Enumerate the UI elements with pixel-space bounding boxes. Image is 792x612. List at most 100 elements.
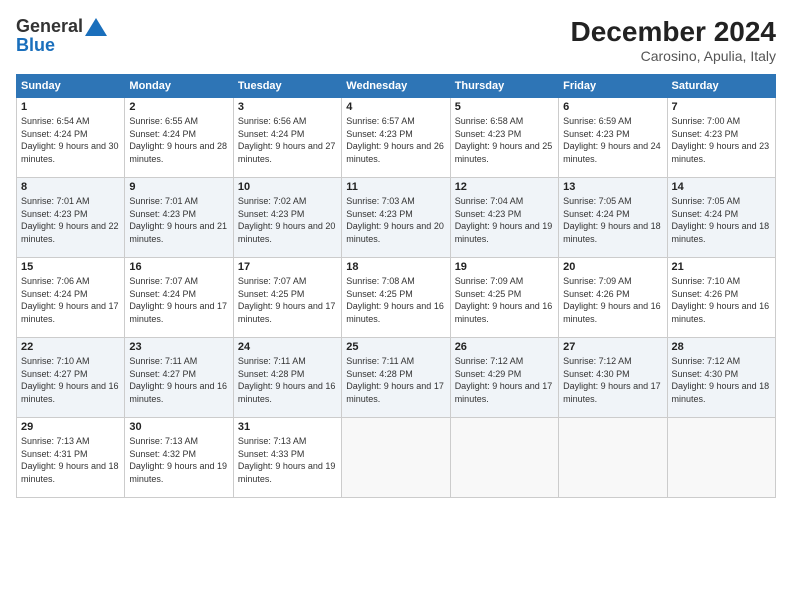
calendar-cell: 1 Sunrise: 6:54 AMSunset: 4:24 PMDayligh… xyxy=(17,98,125,178)
calendar-table: SundayMondayTuesdayWednesdayThursdayFrid… xyxy=(16,74,776,498)
calendar-cell: 14 Sunrise: 7:05 AMSunset: 4:24 PMDaylig… xyxy=(667,178,775,258)
day-number: 7 xyxy=(672,101,771,113)
calendar-cell: 13 Sunrise: 7:05 AMSunset: 4:24 PMDaylig… xyxy=(559,178,667,258)
day-number: 28 xyxy=(672,341,771,353)
day-info: Sunrise: 6:55 AMSunset: 4:24 PMDaylight:… xyxy=(129,116,227,164)
day-number: 29 xyxy=(21,421,120,433)
day-info: Sunrise: 7:05 AMSunset: 4:24 PMDaylight:… xyxy=(563,196,661,244)
weekday-header-friday: Friday xyxy=(559,75,667,98)
day-info: Sunrise: 7:13 AMSunset: 4:31 PMDaylight:… xyxy=(21,436,119,484)
calendar-cell xyxy=(450,418,558,498)
calendar-header: SundayMondayTuesdayWednesdayThursdayFrid… xyxy=(17,75,776,98)
day-number: 21 xyxy=(672,261,771,273)
day-info: Sunrise: 7:06 AMSunset: 4:24 PMDaylight:… xyxy=(21,276,119,324)
page-title: December 2024 xyxy=(571,16,776,48)
day-number: 6 xyxy=(563,101,662,113)
day-number: 15 xyxy=(21,261,120,273)
calendar-cell: 30 Sunrise: 7:13 AMSunset: 4:32 PMDaylig… xyxy=(125,418,233,498)
day-info: Sunrise: 7:03 AMSunset: 4:23 PMDaylight:… xyxy=(346,196,444,244)
calendar-cell: 10 Sunrise: 7:02 AMSunset: 4:23 PMDaylig… xyxy=(233,178,341,258)
calendar-cell: 15 Sunrise: 7:06 AMSunset: 4:24 PMDaylig… xyxy=(17,258,125,338)
calendar-cell: 12 Sunrise: 7:04 AMSunset: 4:23 PMDaylig… xyxy=(450,178,558,258)
day-info: Sunrise: 7:05 AMSunset: 4:24 PMDaylight:… xyxy=(672,196,770,244)
calendar-cell: 19 Sunrise: 7:09 AMSunset: 4:25 PMDaylig… xyxy=(450,258,558,338)
calendar-cell: 4 Sunrise: 6:57 AMSunset: 4:23 PMDayligh… xyxy=(342,98,450,178)
day-number: 13 xyxy=(563,181,662,193)
day-number: 30 xyxy=(129,421,228,433)
calendar-cell: 26 Sunrise: 7:12 AMSunset: 4:29 PMDaylig… xyxy=(450,338,558,418)
day-info: Sunrise: 7:13 AMSunset: 4:32 PMDaylight:… xyxy=(129,436,227,484)
day-number: 24 xyxy=(238,341,337,353)
day-number: 16 xyxy=(129,261,228,273)
weekday-header-thursday: Thursday xyxy=(450,75,558,98)
day-number: 9 xyxy=(129,181,228,193)
calendar-cell: 16 Sunrise: 7:07 AMSunset: 4:24 PMDaylig… xyxy=(125,258,233,338)
calendar-cell: 20 Sunrise: 7:09 AMSunset: 4:26 PMDaylig… xyxy=(559,258,667,338)
calendar-cell: 27 Sunrise: 7:12 AMSunset: 4:30 PMDaylig… xyxy=(559,338,667,418)
weekday-header-monday: Monday xyxy=(125,75,233,98)
day-number: 11 xyxy=(346,181,445,193)
day-number: 22 xyxy=(21,341,120,353)
day-info: Sunrise: 7:07 AMSunset: 4:25 PMDaylight:… xyxy=(238,276,336,324)
calendar-cell: 2 Sunrise: 6:55 AMSunset: 4:24 PMDayligh… xyxy=(125,98,233,178)
calendar-cell: 3 Sunrise: 6:56 AMSunset: 4:24 PMDayligh… xyxy=(233,98,341,178)
title-block: December 2024 Carosino, Apulia, Italy xyxy=(571,16,776,64)
day-info: Sunrise: 6:59 AMSunset: 4:23 PMDaylight:… xyxy=(563,116,661,164)
logo-icon xyxy=(85,18,107,36)
calendar-cell: 24 Sunrise: 7:11 AMSunset: 4:28 PMDaylig… xyxy=(233,338,341,418)
logo-text: General xyxy=(16,16,107,37)
calendar-cell xyxy=(559,418,667,498)
day-number: 14 xyxy=(672,181,771,193)
calendar-cell: 9 Sunrise: 7:01 AMSunset: 4:23 PMDayligh… xyxy=(125,178,233,258)
day-info: Sunrise: 6:56 AMSunset: 4:24 PMDaylight:… xyxy=(238,116,336,164)
calendar-cell: 17 Sunrise: 7:07 AMSunset: 4:25 PMDaylig… xyxy=(233,258,341,338)
day-info: Sunrise: 7:10 AMSunset: 4:27 PMDaylight:… xyxy=(21,356,119,404)
page: General Blue December 2024 Carosino, Apu… xyxy=(0,0,792,612)
day-info: Sunrise: 6:54 AMSunset: 4:24 PMDaylight:… xyxy=(21,116,119,164)
day-number: 19 xyxy=(455,261,554,273)
day-number: 25 xyxy=(346,341,445,353)
weekday-header-wednesday: Wednesday xyxy=(342,75,450,98)
day-info: Sunrise: 7:12 AMSunset: 4:30 PMDaylight:… xyxy=(672,356,770,404)
calendar-cell: 21 Sunrise: 7:10 AMSunset: 4:26 PMDaylig… xyxy=(667,258,775,338)
logo: General Blue xyxy=(16,16,107,56)
weekday-header-tuesday: Tuesday xyxy=(233,75,341,98)
day-number: 17 xyxy=(238,261,337,273)
day-number: 20 xyxy=(563,261,662,273)
day-info: Sunrise: 7:01 AMSunset: 4:23 PMDaylight:… xyxy=(129,196,227,244)
day-number: 1 xyxy=(21,101,120,113)
day-info: Sunrise: 7:07 AMSunset: 4:24 PMDaylight:… xyxy=(129,276,227,324)
day-number: 3 xyxy=(238,101,337,113)
calendar-cell: 5 Sunrise: 6:58 AMSunset: 4:23 PMDayligh… xyxy=(450,98,558,178)
day-number: 26 xyxy=(455,341,554,353)
day-info: Sunrise: 7:02 AMSunset: 4:23 PMDaylight:… xyxy=(238,196,336,244)
day-info: Sunrise: 7:00 AMSunset: 4:23 PMDaylight:… xyxy=(672,116,770,164)
day-number: 4 xyxy=(346,101,445,113)
day-number: 10 xyxy=(238,181,337,193)
day-info: Sunrise: 7:11 AMSunset: 4:28 PMDaylight:… xyxy=(238,356,336,404)
calendar-cell: 11 Sunrise: 7:03 AMSunset: 4:23 PMDaylig… xyxy=(342,178,450,258)
day-info: Sunrise: 7:04 AMSunset: 4:23 PMDaylight:… xyxy=(455,196,553,244)
weekday-header-saturday: Saturday xyxy=(667,75,775,98)
day-number: 8 xyxy=(21,181,120,193)
day-number: 2 xyxy=(129,101,228,113)
day-info: Sunrise: 7:09 AMSunset: 4:26 PMDaylight:… xyxy=(563,276,661,324)
day-info: Sunrise: 7:08 AMSunset: 4:25 PMDaylight:… xyxy=(346,276,444,324)
calendar-cell: 25 Sunrise: 7:11 AMSunset: 4:28 PMDaylig… xyxy=(342,338,450,418)
calendar-cell: 31 Sunrise: 7:13 AMSunset: 4:33 PMDaylig… xyxy=(233,418,341,498)
calendar-cell: 29 Sunrise: 7:13 AMSunset: 4:31 PMDaylig… xyxy=(17,418,125,498)
logo-blue-text: Blue xyxy=(16,35,55,55)
calendar-cell: 23 Sunrise: 7:11 AMSunset: 4:27 PMDaylig… xyxy=(125,338,233,418)
day-info: Sunrise: 7:11 AMSunset: 4:28 PMDaylight:… xyxy=(346,356,444,404)
calendar-cell: 28 Sunrise: 7:12 AMSunset: 4:30 PMDaylig… xyxy=(667,338,775,418)
calendar-cell xyxy=(667,418,775,498)
day-info: Sunrise: 7:11 AMSunset: 4:27 PMDaylight:… xyxy=(129,356,227,404)
weekday-header-sunday: Sunday xyxy=(17,75,125,98)
calendar-cell: 8 Sunrise: 7:01 AMSunset: 4:23 PMDayligh… xyxy=(17,178,125,258)
day-info: Sunrise: 7:10 AMSunset: 4:26 PMDaylight:… xyxy=(672,276,770,324)
day-number: 31 xyxy=(238,421,337,433)
day-info: Sunrise: 7:12 AMSunset: 4:30 PMDaylight:… xyxy=(563,356,661,404)
day-number: 5 xyxy=(455,101,554,113)
logo-general: General xyxy=(16,16,83,37)
day-info: Sunrise: 7:12 AMSunset: 4:29 PMDaylight:… xyxy=(455,356,553,404)
